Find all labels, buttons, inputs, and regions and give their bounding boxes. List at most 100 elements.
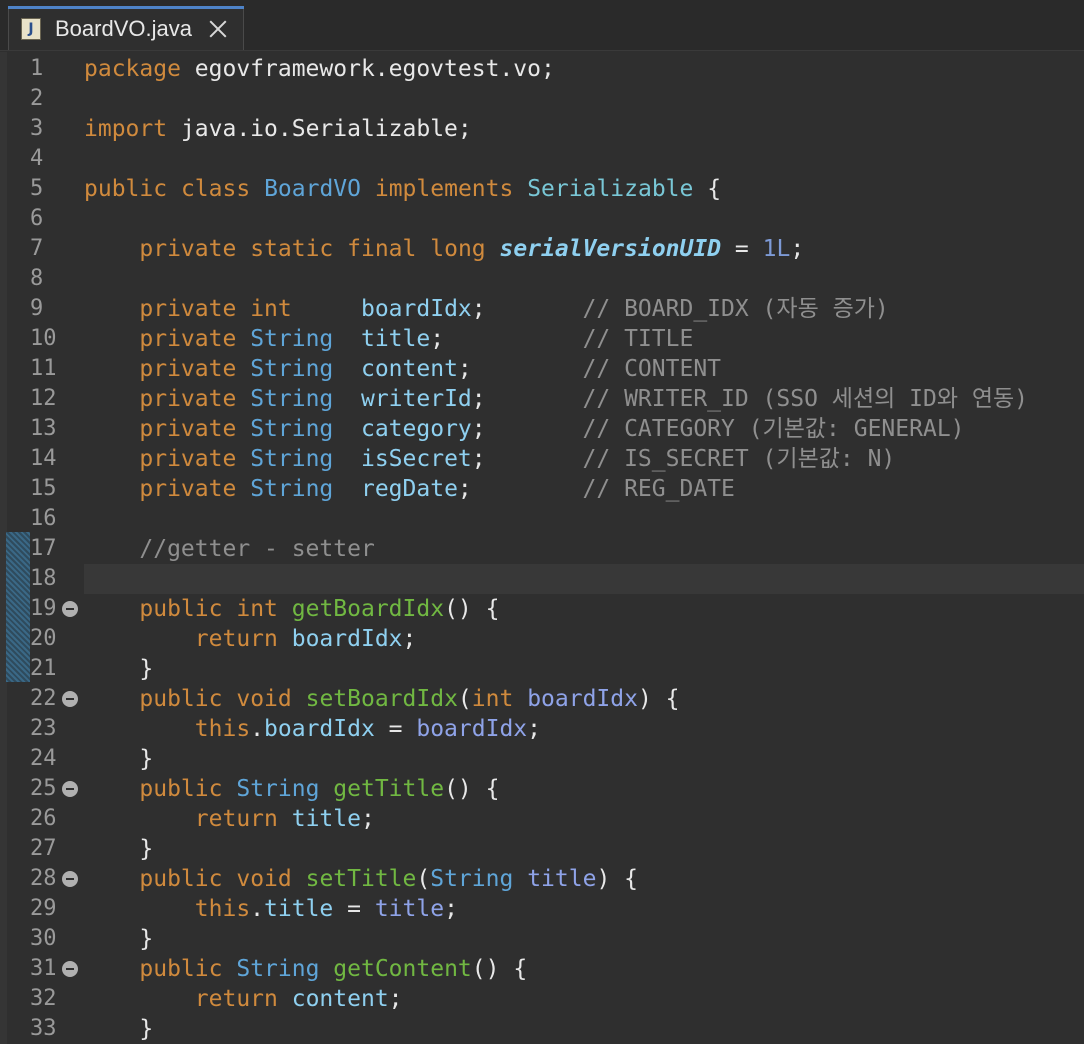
line-number: 16 <box>30 506 57 531</box>
line-number: 4 <box>30 146 44 171</box>
code-token: ; <box>527 716 541 742</box>
code-line: private String category; // CATEGORY (기본… <box>84 414 964 444</box>
code-line: } <box>84 924 153 954</box>
code-token: . <box>250 896 265 922</box>
line-number: 13 <box>30 416 57 441</box>
code-token: ; <box>388 986 403 1012</box>
code-token: ; <box>471 386 583 412</box>
code-token: ; <box>471 416 583 442</box>
code-token: this <box>194 896 251 922</box>
fold-collapse-icon[interactable] <box>62 871 78 887</box>
code-token: boardIdx <box>264 716 375 742</box>
line-number: 14 <box>30 446 57 471</box>
code-token: String <box>430 866 514 892</box>
fold-collapse-icon[interactable] <box>62 781 78 797</box>
code-token: ; <box>457 356 583 382</box>
code-token: writerId <box>360 386 472 412</box>
code-area[interactable]: package egovframework.egovtest.vo; import… <box>84 52 1084 1044</box>
line-number: 3 <box>30 116 44 141</box>
line-number: 17 <box>30 536 57 561</box>
code-token: ; <box>471 296 583 322</box>
line-number: 15 <box>30 476 57 501</box>
code-token: content <box>360 356 458 382</box>
code-token: private <box>139 326 237 352</box>
code-token: ( <box>457 686 472 712</box>
code-line: private String content; // CONTENT <box>84 354 721 384</box>
code-token: . <box>250 716 265 742</box>
tab-title: BoardVO.java <box>55 15 192 41</box>
code-token: setBoardIdx <box>305 686 458 712</box>
code-token: public <box>84 176 168 202</box>
code-token: ( <box>416 866 431 892</box>
code-token: static <box>250 236 334 262</box>
code-token: private <box>139 236 237 262</box>
fold-collapse-icon[interactable] <box>62 961 78 977</box>
code-line: } <box>84 834 153 864</box>
code-token: Serializable <box>527 176 694 202</box>
line-number: 9 <box>30 296 44 321</box>
code-token: import <box>84 116 168 142</box>
tab-boardvo-java[interactable]: J BoardVO.java <box>8 6 244 50</box>
code-token: int <box>250 296 292 322</box>
close-icon[interactable] <box>207 18 229 40</box>
code-token: String <box>250 476 334 502</box>
line-number: 18 <box>30 566 57 591</box>
code-token: final <box>347 236 417 262</box>
code-line: return boardIdx; <box>84 624 417 654</box>
code-line: private String isSecret; // IS_SECRET (기… <box>84 444 895 474</box>
code-token: title <box>527 866 597 892</box>
fold-collapse-icon[interactable] <box>62 601 78 617</box>
code-token: ; <box>402 626 417 652</box>
code-token: public <box>139 956 223 982</box>
code-line: public class BoardVO implements Serializ… <box>84 174 721 204</box>
editor-window: J BoardVO.java 1 2 3 4 5 6 7 8 9 10 11 12 13 14 15 16 17… <box>0 0 1084 1044</box>
code-token: public <box>139 686 223 712</box>
code-token: private <box>139 296 237 322</box>
line-number: 24 <box>30 746 57 771</box>
code-token: // CONTENT <box>582 356 722 382</box>
code-token: boardIdx <box>527 686 638 712</box>
fold-collapse-icon[interactable] <box>62 691 78 707</box>
code-token: String <box>250 356 334 382</box>
line-number: 1 <box>30 56 44 81</box>
code-token: ; <box>471 446 583 472</box>
code-line: private String regDate; // REG_DATE <box>84 474 734 504</box>
code-token: private <box>139 476 237 502</box>
code-token: // WRITER_ID (SSO 세션의 ID와 연동) <box>582 386 1028 412</box>
code-token: () { <box>444 596 500 622</box>
line-number: 11 <box>30 356 57 381</box>
code-editor[interactable]: 1 2 3 4 5 6 7 8 9 10 11 12 13 14 15 16 17 18 19 20 21 22 23 24 2… <box>0 52 1084 1044</box>
code-line: private String title; // TITLE <box>84 324 693 354</box>
code-token: String <box>250 386 334 412</box>
code-line: public void setTitle(String title) { <box>84 864 638 894</box>
code-token: getBoardIdx <box>291 596 445 622</box>
active-tab-indicator <box>8 6 244 9</box>
code-token: public <box>139 596 223 622</box>
line-number: 6 <box>30 206 44 231</box>
code-token: return <box>194 626 278 652</box>
code-line: public String getTitle() { <box>84 774 499 804</box>
code-token: egovframework.egovtest.vo; <box>180 56 555 82</box>
code-token: java.io.Serializable; <box>167 116 472 142</box>
line-number: 5 <box>30 176 44 201</box>
code-token: getTitle <box>333 776 445 802</box>
line-number: 10 <box>30 326 57 351</box>
code-line: public int getBoardIdx() { <box>84 594 499 624</box>
